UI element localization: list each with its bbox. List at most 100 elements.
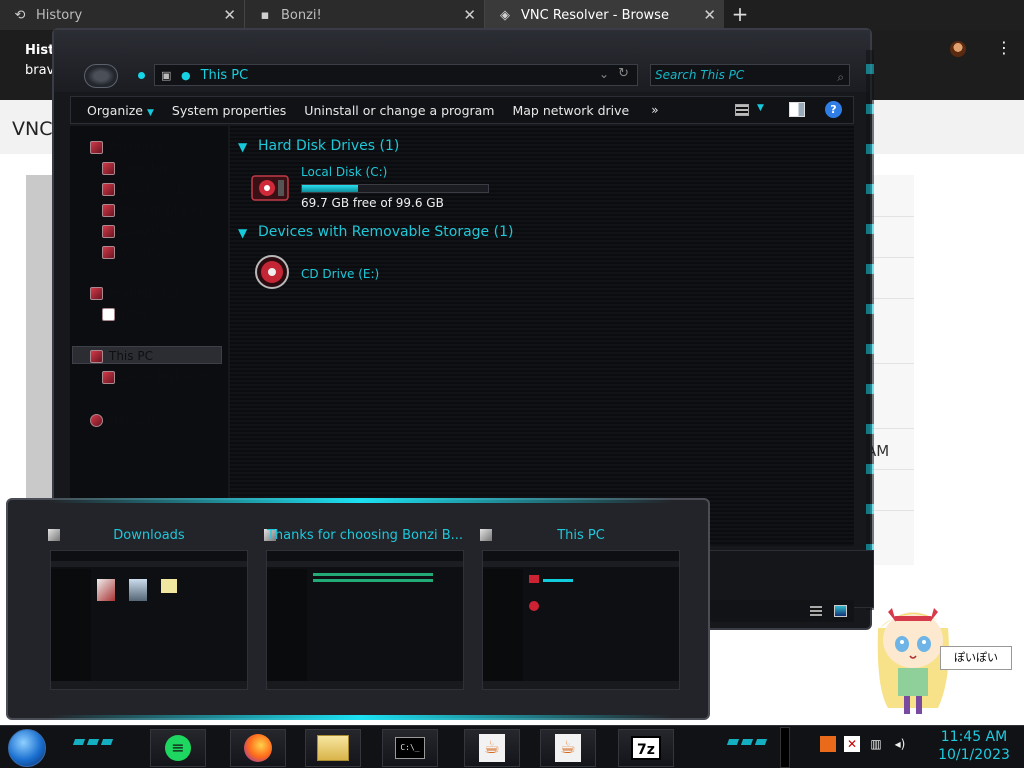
taskbar-app-7zip[interactable]: 7z	[618, 729, 674, 767]
cd-drive-icon	[529, 601, 539, 611]
mini-toolbar	[483, 561, 679, 567]
preview-pane-icon[interactable]	[789, 102, 805, 117]
drive-free-space: 69.7 GB free of 99.6 GB	[301, 196, 444, 210]
taskbar-app-java[interactable]: ☕	[464, 729, 520, 767]
cd-drive-icon	[255, 255, 289, 289]
new-tab-button[interactable]: +	[728, 3, 752, 27]
taskbar-app-java-2[interactable]: ☕	[540, 729, 596, 767]
search-placeholder: Search This PC	[655, 68, 745, 82]
vnc-icon: ◈	[500, 7, 510, 23]
7zip-icon: 7z	[631, 736, 661, 760]
chevron-down-icon[interactable]: ▼	[238, 140, 252, 154]
nav-item-this-pc[interactable]: This PC	[90, 347, 153, 365]
address-bar[interactable]: ▣ ● This PC ⌄ ↻	[154, 64, 638, 86]
nav-item-network[interactable]: Network	[90, 411, 159, 429]
nav-item-local-disk[interactable]: Local Disk (C:)	[102, 368, 207, 386]
thumbnail-this-pc[interactable]: This PC	[474, 524, 688, 694]
tab-history[interactable]: ⟲ History ✕	[0, 0, 244, 30]
chevron-down-icon[interactable]: ⌄	[599, 67, 609, 81]
tab-bonzi[interactable]: ▪ Bonzi! ✕	[244, 0, 484, 30]
page-heading: Hist	[25, 43, 55, 58]
file-row	[313, 573, 433, 576]
volume-icon[interactable]: ◂)	[892, 736, 908, 752]
group-header-removable[interactable]: ▼ Devices with Removable Storage (1)	[238, 224, 513, 240]
flag-warning-icon[interactable]: ✕	[844, 736, 860, 752]
taskbar-app-spotify[interactable]: ≡	[150, 729, 206, 767]
thumbnail-title: Thanks for choosing Bonzi B...	[266, 528, 464, 543]
browser-tab-strip: ⟲ History ✕ ▪ Bonzi! ✕ ◈ VNC Resolver - …	[0, 0, 1024, 30]
nav-item-user[interactable]: User	[102, 305, 148, 323]
view-options-icon[interactable]	[735, 104, 749, 116]
refresh-icon[interactable]: ↻	[618, 66, 629, 81]
avatar[interactable]	[950, 41, 966, 57]
large-icons-view-icon[interactable]	[834, 605, 847, 617]
clock-date[interactable]: 10/1/2023	[934, 747, 1014, 763]
tab-title: Bonzi!	[281, 7, 322, 23]
thumbnail-downloads[interactable]: Downloads	[42, 524, 256, 694]
taskbar: ≡ C:\_ ☕ ☕ 7z ✕ ▥ ◂) 11:45 AM 10/1/2023	[0, 725, 1024, 768]
nav-item-homegroup[interactable]: Homegroup	[90, 284, 179, 302]
close-icon[interactable]: ✕	[703, 6, 716, 24]
back-forward-button[interactable]	[84, 64, 118, 88]
firefox-icon	[244, 734, 272, 762]
nav-item-libraries[interactable]: Libraries	[102, 222, 173, 240]
taskbar-app-file-explorer[interactable]	[305, 729, 361, 767]
nav-item-downloads[interactable]: Downloads	[102, 180, 187, 198]
menu-icon[interactable]: ⋮	[996, 38, 1012, 57]
spotify-icon: ≡	[165, 735, 191, 761]
bonzi-icon: ▪	[260, 7, 270, 23]
drive-name: CD Drive (E:)	[301, 267, 380, 281]
tab-vnc-resolver[interactable]: ◈ VNC Resolver - Browse ✕	[484, 0, 724, 30]
page-subheading: brav	[25, 63, 55, 78]
start-button[interactable]	[8, 729, 46, 767]
nav-item-videos[interactable]: Videos	[102, 243, 161, 261]
drive-name: Local Disk (C:)	[301, 165, 388, 179]
mini-nav	[51, 569, 91, 687]
search-input[interactable]: Search This PC ⌕	[650, 64, 850, 86]
uninstall-program-button[interactable]: Uninstall or change a program	[304, 103, 494, 118]
breadcrumb-separator-icon: ●	[181, 68, 191, 82]
image-icon	[129, 579, 147, 601]
folder-icon	[317, 735, 349, 761]
help-icon[interactable]: ?	[825, 101, 842, 118]
file-icon	[97, 579, 115, 601]
system-properties-button[interactable]: System properties	[172, 103, 286, 118]
close-icon[interactable]: ✕	[463, 6, 476, 24]
mini-status	[483, 681, 679, 689]
taskbar-decoration	[726, 739, 770, 747]
organize-button[interactable]: Organize ▼	[87, 103, 154, 118]
nav-item-recent[interactable]: Recent places	[102, 201, 205, 219]
taskbar-app-command-prompt[interactable]: C:\_	[382, 729, 438, 767]
toolbar-overflow-button[interactable]: »	[651, 103, 658, 117]
videos-icon	[102, 245, 115, 259]
search-icon[interactable]: ⌕	[837, 67, 844, 87]
close-icon[interactable]: ✕	[223, 6, 236, 24]
show-desktop-button[interactable]	[780, 727, 790, 768]
frame-glow	[866, 50, 874, 610]
nav-item-desktop[interactable]: Desktop	[102, 159, 171, 177]
mini-nav	[267, 569, 307, 687]
thumbnail-title: Downloads	[113, 528, 185, 543]
nav-item-favorites[interactable]: Favorites	[90, 138, 163, 156]
speech-bubble: ぽいぽい	[940, 646, 1012, 670]
taskbar-app-firefox[interactable]	[230, 729, 286, 767]
tab-title: History	[36, 7, 83, 23]
java-update-icon[interactable]	[820, 736, 836, 752]
mini-toolbar	[267, 561, 463, 567]
group-header-hard-disks[interactable]: ▼ Hard Disk Drives (1)	[238, 138, 399, 154]
folder-icon	[161, 579, 177, 593]
favorites-icon	[90, 140, 103, 154]
page-title: VNC	[12, 118, 53, 140]
clock-time[interactable]: 11:45 AM	[934, 729, 1014, 745]
thumbnail-bonzi[interactable]: Thanks for choosing Bonzi B...	[258, 524, 472, 694]
thumbnail-image	[266, 550, 464, 690]
caret-down-icon[interactable]: ▼	[757, 103, 764, 113]
breadcrumb[interactable]: This PC	[201, 68, 249, 83]
network-icon[interactable]: ▥	[868, 736, 884, 752]
chevron-down-icon[interactable]: ▼	[238, 226, 252, 240]
details-view-icon[interactable]	[810, 606, 822, 618]
thumbnail-image	[50, 550, 248, 690]
map-network-drive-button[interactable]: Map network drive	[512, 103, 629, 118]
frame-glow	[48, 498, 672, 503]
mini-status	[267, 681, 463, 689]
